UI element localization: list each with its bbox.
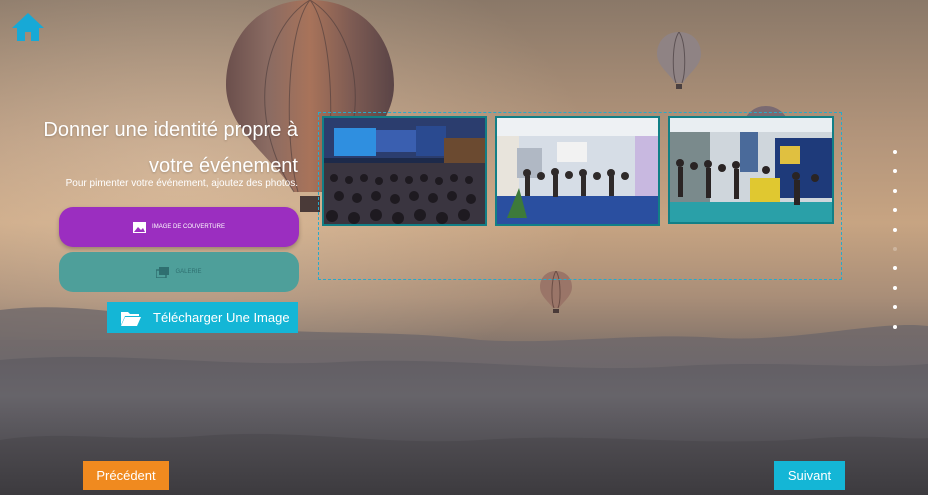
step-dot[interactable] [893, 227, 897, 232]
page-subtitle: Pour pimenter votre événement, ajoutez d… [65, 178, 298, 189]
page-title: Donner une identité propre à votre événe… [43, 119, 298, 177]
step-dot[interactable] [893, 150, 897, 154]
next-button[interactable]: Suivant [774, 461, 845, 490]
conference-photo [324, 118, 485, 224]
folder-open-icon [121, 311, 141, 326]
gallery-button-label: GALERIE [175, 269, 202, 275]
hot-air-balloon-small [657, 32, 701, 89]
home-icon[interactable] [10, 11, 46, 43]
exhibition-photo [497, 118, 658, 224]
step-dot-current[interactable] [893, 246, 897, 251]
trade-show-photo [670, 118, 832, 222]
step-dot[interactable] [893, 266, 897, 271]
gallery-image-exhibition[interactable] [495, 116, 660, 226]
upload-image-button[interactable]: Télécharger Une Image [107, 302, 298, 333]
step-dot[interactable] [893, 208, 897, 213]
gallery-image-conference[interactable] [322, 116, 487, 226]
upload-image-button-label: Télécharger Une Image [153, 310, 290, 325]
step-indicator [891, 150, 899, 344]
step-dot[interactable] [893, 324, 897, 329]
step-dot[interactable] [893, 305, 897, 310]
photo-library-icon [156, 266, 170, 278]
image-icon [133, 221, 147, 233]
cover-image-button[interactable]: IMAGE DE COUVERTURE [59, 207, 299, 247]
gallery-button[interactable]: GALERIE [59, 252, 299, 292]
step-dot[interactable] [893, 188, 897, 193]
previous-button[interactable]: Précédent [83, 461, 169, 490]
gallery-image-trade-show[interactable] [668, 116, 834, 224]
step-dot[interactable] [893, 285, 897, 290]
cover-image-button-label: IMAGE DE COUVERTURE [152, 224, 225, 230]
step-dot[interactable] [893, 169, 897, 174]
